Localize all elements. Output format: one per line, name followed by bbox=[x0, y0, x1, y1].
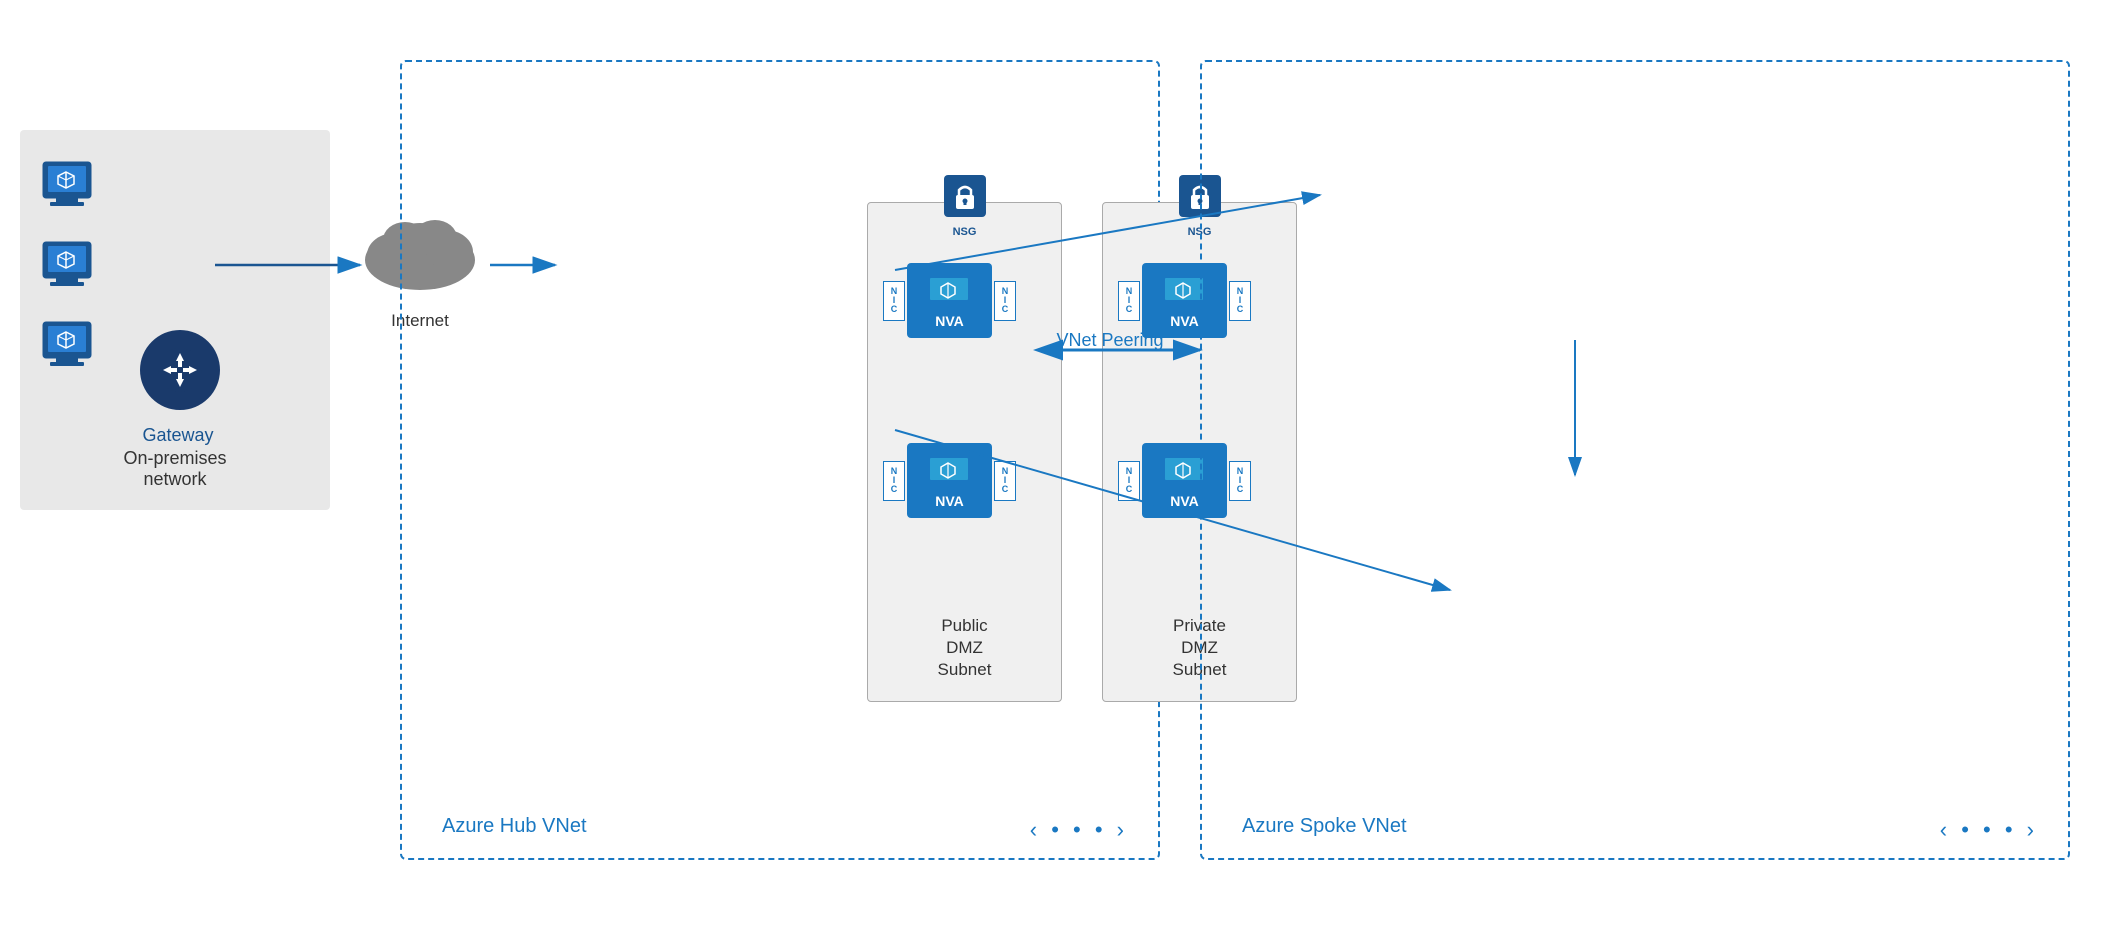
nic-left-2: NIC bbox=[883, 461, 905, 501]
nva-label-4: NVA bbox=[1170, 493, 1199, 509]
nva-label-1: NVA bbox=[935, 313, 964, 329]
hub-ellipsis: ‹ • • • › bbox=[1030, 817, 1128, 843]
nic-right-2: NIC bbox=[994, 461, 1016, 501]
public-dmz-label: Public DMZ Subnet bbox=[868, 615, 1061, 681]
nva-label-3: NVA bbox=[1170, 313, 1199, 329]
nic-left-3: NIC bbox=[1118, 281, 1140, 321]
nic-left-1: NIC bbox=[883, 281, 905, 321]
nva-device-1: NIC NVA NIC bbox=[883, 263, 1016, 338]
public-nsg-text: NSG bbox=[942, 226, 988, 238]
spoke-ellipsis: ‹ • • • › bbox=[1940, 817, 2038, 843]
public-dmz-box: NSG NIC NVA NIC NIC bbox=[867, 202, 1062, 702]
nva-device-2: NIC NVA NIC bbox=[883, 443, 1016, 518]
nic-right-1: NIC bbox=[994, 281, 1016, 321]
spoke-vnet-label: Azure Spoke VNet bbox=[1242, 815, 1407, 838]
hub-vnet-box: Azure Hub VNet ‹ • • • › NSG bbox=[400, 60, 1160, 860]
gateway-icon bbox=[140, 330, 220, 410]
onprem-label: On-premises network bbox=[20, 448, 330, 490]
nva-monitor-2: NVA bbox=[907, 443, 992, 518]
diagram-container: Gateway On-premises network Internet Azu… bbox=[0, 0, 2127, 942]
nic-left-4: NIC bbox=[1118, 461, 1140, 501]
monitor-icon-2 bbox=[38, 240, 98, 300]
onprem-box: Gateway On-premises network bbox=[20, 130, 330, 510]
nva-monitor-1: NVA bbox=[907, 263, 992, 338]
monitor-icon-3 bbox=[38, 320, 98, 380]
nva-label-2: NVA bbox=[935, 493, 964, 509]
spoke-vnet-box: Azure Spoke VNet ‹ • • • › NSG Managemen… bbox=[1200, 60, 2070, 860]
hub-vnet-label: Azure Hub VNet bbox=[442, 815, 587, 838]
public-dmz-nsg: NSG bbox=[942, 173, 988, 238]
monitor-icon-1 bbox=[38, 160, 98, 220]
vnet-peering-label: VNet Peering bbox=[1020, 330, 1200, 351]
gateway-label: Gateway bbox=[128, 425, 228, 446]
